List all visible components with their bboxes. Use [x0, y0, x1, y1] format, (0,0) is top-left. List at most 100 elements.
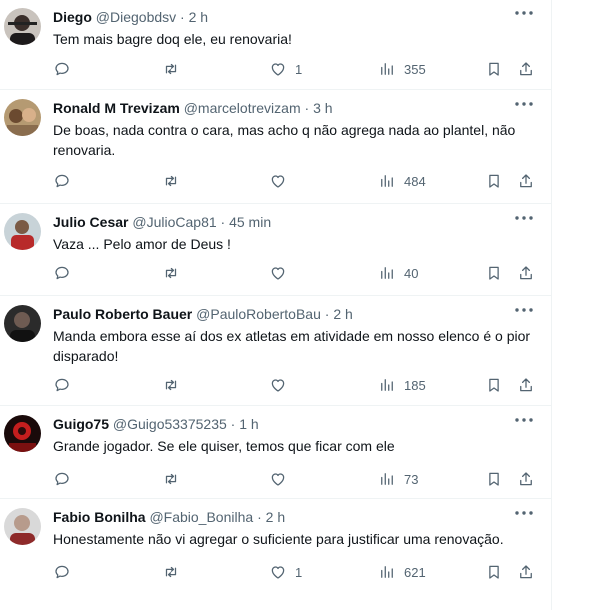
reply-button[interactable]: [53, 59, 71, 79]
author-name[interactable]: Ronald M Trevizam: [53, 100, 180, 116]
retweet-button[interactable]: [162, 59, 180, 79]
bookmark-button[interactable]: [485, 263, 503, 283]
more-icon[interactable]: [513, 211, 535, 225]
avatar[interactable]: [4, 305, 41, 342]
share-button[interactable]: [517, 171, 535, 191]
bookmark-button[interactable]: [485, 469, 503, 489]
avatar[interactable]: [4, 99, 41, 136]
bookmark-button[interactable]: [485, 59, 503, 79]
author-name[interactable]: Fabio Bonilha: [53, 509, 146, 525]
author-handle[interactable]: @JulioCap81: [132, 214, 216, 230]
avatar[interactable]: [4, 8, 41, 45]
tweet-header: Ronald M Trevizam @marcelotrevizam · 3 h: [53, 99, 333, 117]
bookmark-icon: [485, 60, 503, 78]
timestamp[interactable]: 2 h: [189, 9, 208, 25]
timestamp[interactable]: 3 h: [313, 100, 332, 116]
reply-button[interactable]: [53, 469, 71, 489]
more-icon[interactable]: [513, 506, 535, 520]
tweet-text: De boas, nada contra o cara, mas acho q …: [53, 122, 516, 158]
tweet-header: Diego @Diegobdsv · 2 h: [53, 8, 208, 26]
views-button[interactable]: 484: [378, 171, 426, 191]
share-icon: [517, 60, 535, 78]
views-button[interactable]: 185: [378, 375, 426, 395]
share-button[interactable]: [517, 263, 535, 283]
tweet[interactable]: Ronald M Trevizam @marcelotrevizam · 3 h…: [0, 91, 551, 204]
share-button[interactable]: [517, 469, 535, 489]
bookmark-icon: [485, 376, 503, 394]
retweet-button[interactable]: [162, 469, 180, 489]
retweet-icon: [162, 60, 180, 78]
bookmark-icon: [485, 264, 503, 282]
like-button[interactable]: 1: [269, 59, 302, 79]
views-button[interactable]: 73: [378, 469, 418, 489]
tweet[interactable]: Fabio Bonilha @Fabio_Bonilha · 2 h Hones…: [0, 500, 551, 610]
retweet-button[interactable]: [162, 171, 180, 191]
view-count: 40: [404, 265, 419, 281]
views-icon: [378, 470, 396, 488]
author-handle[interactable]: @PauloRobertoBau: [196, 306, 321, 322]
author-handle[interactable]: @Fabio_Bonilha: [149, 509, 253, 525]
share-icon: [517, 376, 535, 394]
like-button[interactable]: 1: [269, 562, 302, 582]
reply-button[interactable]: [53, 562, 71, 582]
reply-button[interactable]: [53, 375, 71, 395]
timestamp[interactable]: 2 h: [333, 306, 352, 322]
author-name[interactable]: Julio Cesar: [53, 214, 128, 230]
heart-icon: [269, 470, 287, 488]
bookmark-button[interactable]: [485, 562, 503, 582]
more-icon[interactable]: [513, 97, 535, 111]
like-button[interactable]: [269, 171, 295, 191]
tweet[interactable]: Paulo Roberto Bauer @PauloRobertoBau · 2…: [0, 297, 551, 406]
tweet-actions: 484: [0, 171, 551, 191]
reply-button[interactable]: [53, 171, 71, 191]
tweet[interactable]: Diego @Diegobdsv · 2 h Tem mais bagre do…: [0, 0, 551, 90]
separator-dot: ·: [257, 509, 262, 525]
share-button[interactable]: [517, 562, 535, 582]
share-icon: [517, 264, 535, 282]
retweet-button[interactable]: [162, 562, 180, 582]
share-button[interactable]: [517, 59, 535, 79]
views-button[interactable]: 621: [378, 562, 426, 582]
like-button[interactable]: [269, 263, 295, 283]
like-button[interactable]: [269, 469, 295, 489]
avatar[interactable]: [4, 213, 41, 250]
retweet-icon: [162, 172, 180, 190]
author-name[interactable]: Diego: [53, 9, 92, 25]
author-handle[interactable]: @Guigo53375235: [113, 416, 227, 432]
separator-dot: ·: [220, 214, 226, 230]
tweet-actions: 185: [0, 375, 551, 395]
share-icon: [517, 470, 535, 488]
tweet-header: Julio Cesar @JulioCap81 · 45 min: [53, 213, 271, 231]
bookmark-button[interactable]: [485, 375, 503, 395]
views-button[interactable]: 355: [378, 59, 426, 79]
timestamp[interactable]: 1 h: [239, 416, 258, 432]
retweet-icon: [162, 470, 180, 488]
views-button[interactable]: 40: [378, 263, 418, 283]
share-button[interactable]: [517, 375, 535, 395]
more-icon[interactable]: [513, 413, 535, 427]
timestamp[interactable]: 2 h: [266, 509, 285, 525]
tweet-text: Vaza ... Pelo amor de Deus !: [53, 236, 231, 252]
author-handle[interactable]: @marcelotrevizam: [184, 100, 301, 116]
view-count: 355: [404, 61, 426, 77]
view-count: 185: [404, 377, 426, 393]
separator-dot: ·: [230, 416, 236, 432]
retweet-button[interactable]: [162, 375, 180, 395]
more-icon[interactable]: [513, 6, 535, 20]
reply-icon: [53, 172, 71, 190]
avatar[interactable]: [4, 508, 41, 545]
like-button[interactable]: [269, 375, 295, 395]
author-handle[interactable]: @Diegobdsv: [96, 9, 176, 25]
avatar[interactable]: [4, 415, 41, 452]
author-name[interactable]: Paulo Roberto Bauer: [53, 306, 192, 322]
more-icon[interactable]: [513, 303, 535, 317]
author-name[interactable]: Guigo75: [53, 416, 109, 432]
tweet[interactable]: Guigo75 @Guigo53375235 · 1 h Grande joga…: [0, 407, 551, 499]
retweet-button[interactable]: [162, 263, 180, 283]
timestamp[interactable]: 45 min: [229, 214, 271, 230]
reply-button[interactable]: [53, 263, 71, 283]
tweet[interactable]: Julio Cesar @JulioCap81 · 45 min Vaza ..…: [0, 205, 551, 296]
separator-dot: ·: [180, 9, 185, 25]
view-count: 484: [404, 173, 426, 189]
bookmark-button[interactable]: [485, 171, 503, 191]
